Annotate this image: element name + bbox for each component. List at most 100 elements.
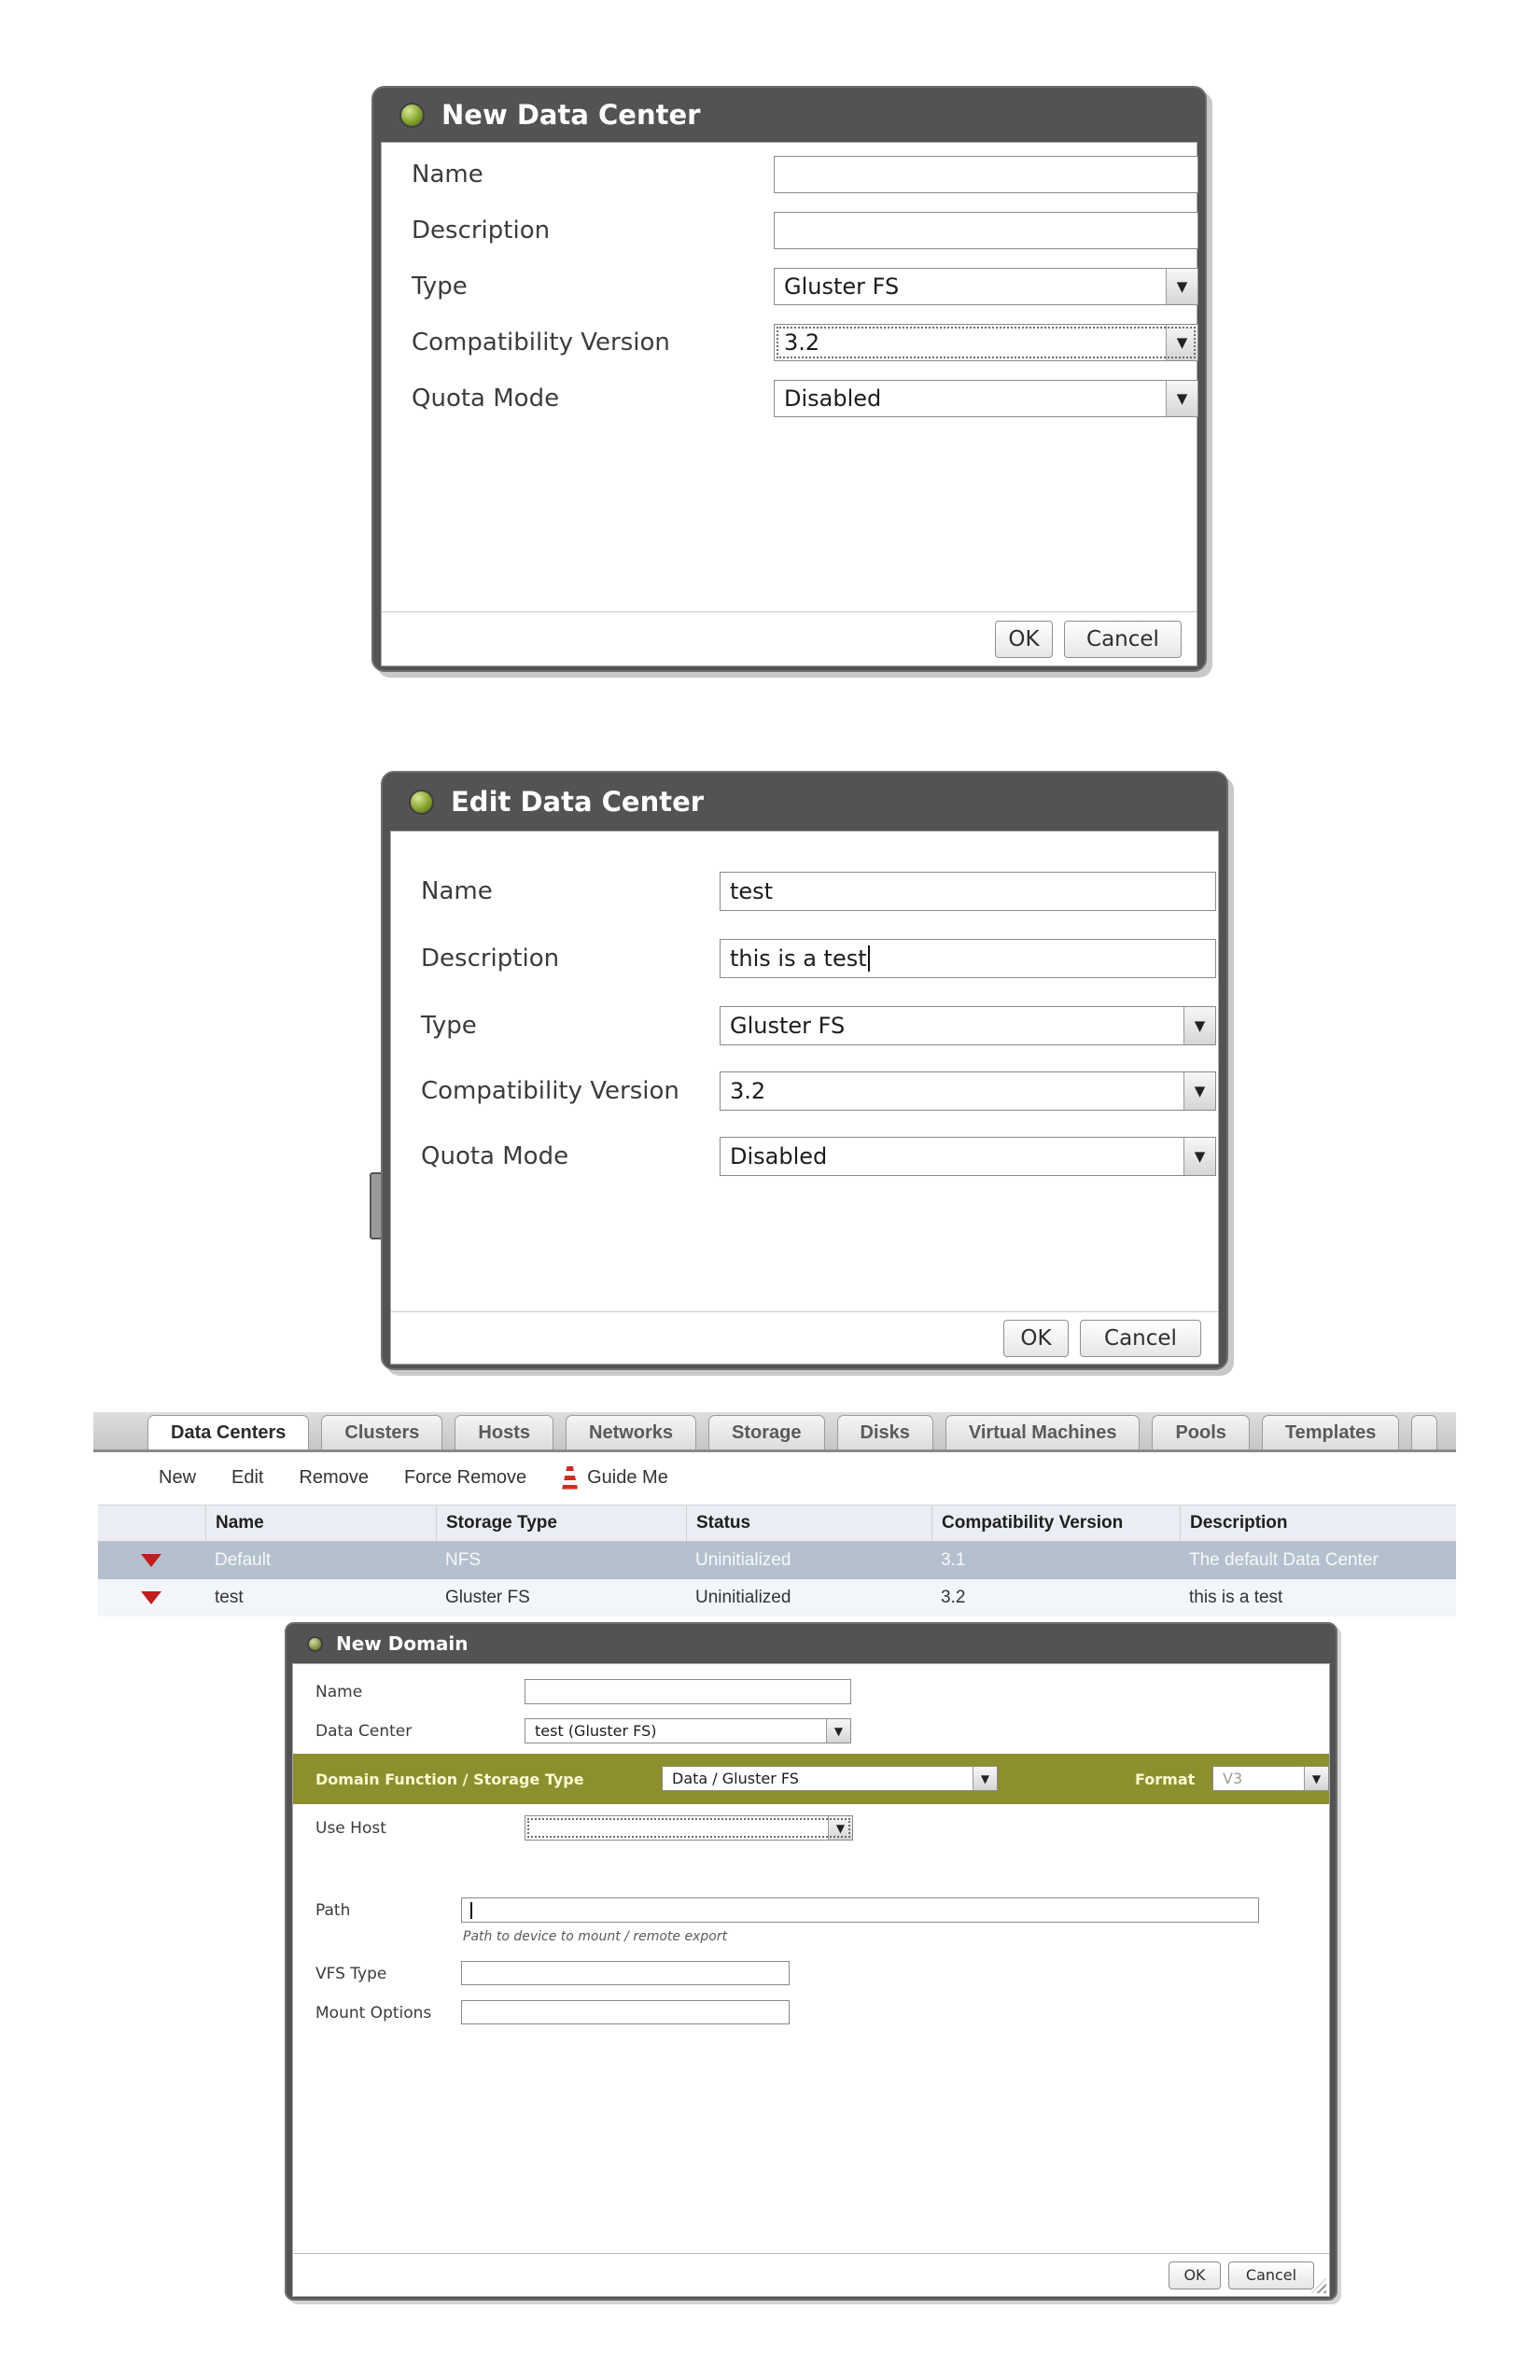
dialog-titlebar: New Domain: [292, 1624, 1330, 1663]
dialog-body: Name Description Type Gluster FS ▼ Compa…: [381, 142, 1197, 666]
new-domain-dialog: New Domain Name Data Center test (Gluste…: [285, 1622, 1337, 2301]
domain-function-band: Domain Function / Storage Type Data / Gl…: [293, 1754, 1329, 1804]
quota-mode-select[interactable]: Disabled ▼: [720, 1137, 1216, 1176]
name-input[interactable]: [525, 1679, 851, 1704]
compatibility-version-select[interactable]: 3.2 ▼: [774, 324, 1198, 361]
table-row[interactable]: Default NFS Uninitialized 3.1 The defaul…: [98, 1542, 1456, 1579]
description-input[interactable]: [774, 212, 1198, 249]
compatibility-version-label: Compatibility Version: [382, 329, 741, 357]
vfs-type-label: VFS Type: [315, 1965, 386, 1983]
name-label: Name: [391, 877, 720, 905]
name-input[interactable]: test: [720, 872, 1216, 911]
quota-mode-label: Quota Mode: [382, 385, 741, 413]
path-label: Path: [315, 1901, 350, 1920]
text-cursor: [470, 1902, 472, 1919]
dropdown-arrow-icon[interactable]: ▼: [1166, 269, 1197, 304]
tab-partial[interactable]: [1411, 1415, 1437, 1449]
guide-me-button[interactable]: Guide Me: [562, 1466, 668, 1490]
description-label: Description: [391, 945, 720, 973]
column-header-compatibility-version[interactable]: Compatibility Version: [931, 1505, 1180, 1541]
type-select[interactable]: Gluster FS ▼: [720, 1006, 1216, 1045]
data-center-select[interactable]: test (Gluster FS) ▼: [525, 1718, 851, 1743]
use-host-select[interactable]: ▼: [525, 1815, 853, 1841]
dropdown-arrow-icon[interactable]: ▼: [1183, 1072, 1215, 1110]
dropdown-arrow-icon[interactable]: ▼: [826, 1719, 850, 1743]
ok-button[interactable]: OK: [1169, 2261, 1221, 2289]
new-data-center-dialog: New Data Center Name Description Type Gl…: [371, 86, 1207, 672]
table-row[interactable]: test Gluster FS Uninitialized 3.2 this i…: [98, 1579, 1456, 1617]
mount-options-input[interactable]: [461, 2000, 790, 2024]
type-row: Type Gluster FS ▼: [391, 1005, 1218, 1046]
description-row: Description: [382, 211, 1197, 250]
type-select[interactable]: Gluster FS ▼: [774, 268, 1198, 305]
ok-button[interactable]: OK: [1003, 1320, 1069, 1357]
dropdown-arrow-icon[interactable]: ▼: [1304, 1767, 1328, 1790]
domain-function-label: Domain Function / Storage Type: [315, 1771, 584, 1788]
path-input[interactable]: [461, 1897, 1259, 1923]
description-row: Description this is a test: [391, 938, 1218, 979]
main-tab-bar: Data Centers Clusters Hosts Networks Sto…: [93, 1412, 1456, 1452]
force-remove-button[interactable]: Force Remove: [404, 1467, 526, 1489]
domain-orb-icon: [307, 1636, 323, 1652]
tab-disks[interactable]: Disks: [837, 1415, 933, 1449]
dropdown-arrow-icon[interactable]: ▼: [1166, 325, 1197, 360]
dialog-title: New Data Center: [441, 99, 700, 131]
tab-networks[interactable]: Networks: [566, 1415, 696, 1449]
edit-data-center-dialog: Edit Data Center Name test Description t…: [381, 771, 1228, 1370]
quota-mode-select[interactable]: Disabled ▼: [774, 380, 1198, 417]
dialog-body: Name Data Center test (Gluster FS) ▼ Dom…: [292, 1663, 1330, 2297]
table-header: Name Storage Type Status Compatibility V…: [98, 1505, 1456, 1542]
cancel-button[interactable]: Cancel: [1064, 621, 1182, 658]
dropdown-arrow-icon[interactable]: ▼: [1183, 1007, 1215, 1044]
compatibility-version-label: Compatibility Version: [391, 1077, 720, 1105]
type-row: Type Gluster FS ▼: [382, 267, 1197, 306]
description-label: Description: [382, 217, 741, 245]
description-input[interactable]: this is a test: [720, 939, 1216, 978]
cancel-button[interactable]: Cancel: [1080, 1320, 1201, 1357]
column-header-description[interactable]: Description: [1180, 1505, 1456, 1541]
dropdown-arrow-icon[interactable]: ▼: [973, 1767, 997, 1790]
data-center-orb-icon: [399, 103, 425, 128]
column-header-status[interactable]: Status: [686, 1505, 931, 1541]
row-expander-icon[interactable]: [141, 1591, 161, 1604]
dialog-body: Name test Description this is a test Typ…: [390, 831, 1219, 1365]
dialog-title: New Domain: [336, 1632, 469, 1655]
quota-mode-row: Quota Mode Disabled ▼: [382, 379, 1197, 418]
tab-virtual-machines[interactable]: Virtual Machines: [945, 1415, 1141, 1449]
tab-storage[interactable]: Storage: [708, 1415, 824, 1449]
tab-data-centers[interactable]: Data Centers: [147, 1415, 309, 1449]
dialog-title: Edit Data Center: [451, 786, 704, 818]
type-label: Type: [391, 1012, 720, 1040]
path-helper-text: Path to device to mount / remote export: [463, 1929, 727, 1944]
data-center-orb-icon: [409, 790, 434, 815]
name-row: Name test: [391, 871, 1218, 912]
edit-button[interactable]: Edit: [231, 1467, 263, 1489]
quota-mode-label: Quota Mode: [391, 1142, 720, 1170]
page: New Data Center Name Description Type Gl…: [0, 0, 1540, 2380]
name-input[interactable]: [774, 156, 1198, 193]
column-header-name[interactable]: Name: [205, 1505, 436, 1541]
dropdown-arrow-icon[interactable]: ▼: [1183, 1138, 1215, 1175]
mount-options-label: Mount Options: [315, 2004, 431, 2023]
vfs-type-input[interactable]: [461, 1961, 790, 1985]
remove-button[interactable]: Remove: [299, 1467, 368, 1489]
tab-hosts[interactable]: Hosts: [455, 1415, 553, 1449]
dropdown-arrow-icon[interactable]: ▼: [828, 1816, 852, 1840]
tab-templates[interactable]: Templates: [1262, 1415, 1399, 1449]
ok-button[interactable]: OK: [995, 621, 1053, 658]
lighthouse-icon: [562, 1466, 578, 1490]
format-select[interactable]: V3 ▼: [1212, 1766, 1329, 1791]
compatibility-version-select[interactable]: 3.2 ▼: [720, 1071, 1216, 1111]
row-expander-icon[interactable]: [141, 1554, 161, 1567]
new-button[interactable]: New: [159, 1467, 196, 1489]
dropdown-arrow-icon[interactable]: ▼: [1166, 381, 1197, 416]
name-row: Name: [382, 155, 1197, 194]
column-header-storage-type[interactable]: Storage Type: [436, 1505, 686, 1541]
tab-pools[interactable]: Pools: [1152, 1415, 1249, 1449]
domain-function-select[interactable]: Data / Gluster FS ▼: [662, 1766, 998, 1791]
text-cursor: [868, 945, 870, 972]
name-label: Name: [382, 161, 741, 189]
use-host-label: Use Host: [315, 1819, 386, 1838]
cancel-button[interactable]: Cancel: [1228, 2261, 1314, 2289]
tab-clusters[interactable]: Clusters: [321, 1415, 442, 1449]
